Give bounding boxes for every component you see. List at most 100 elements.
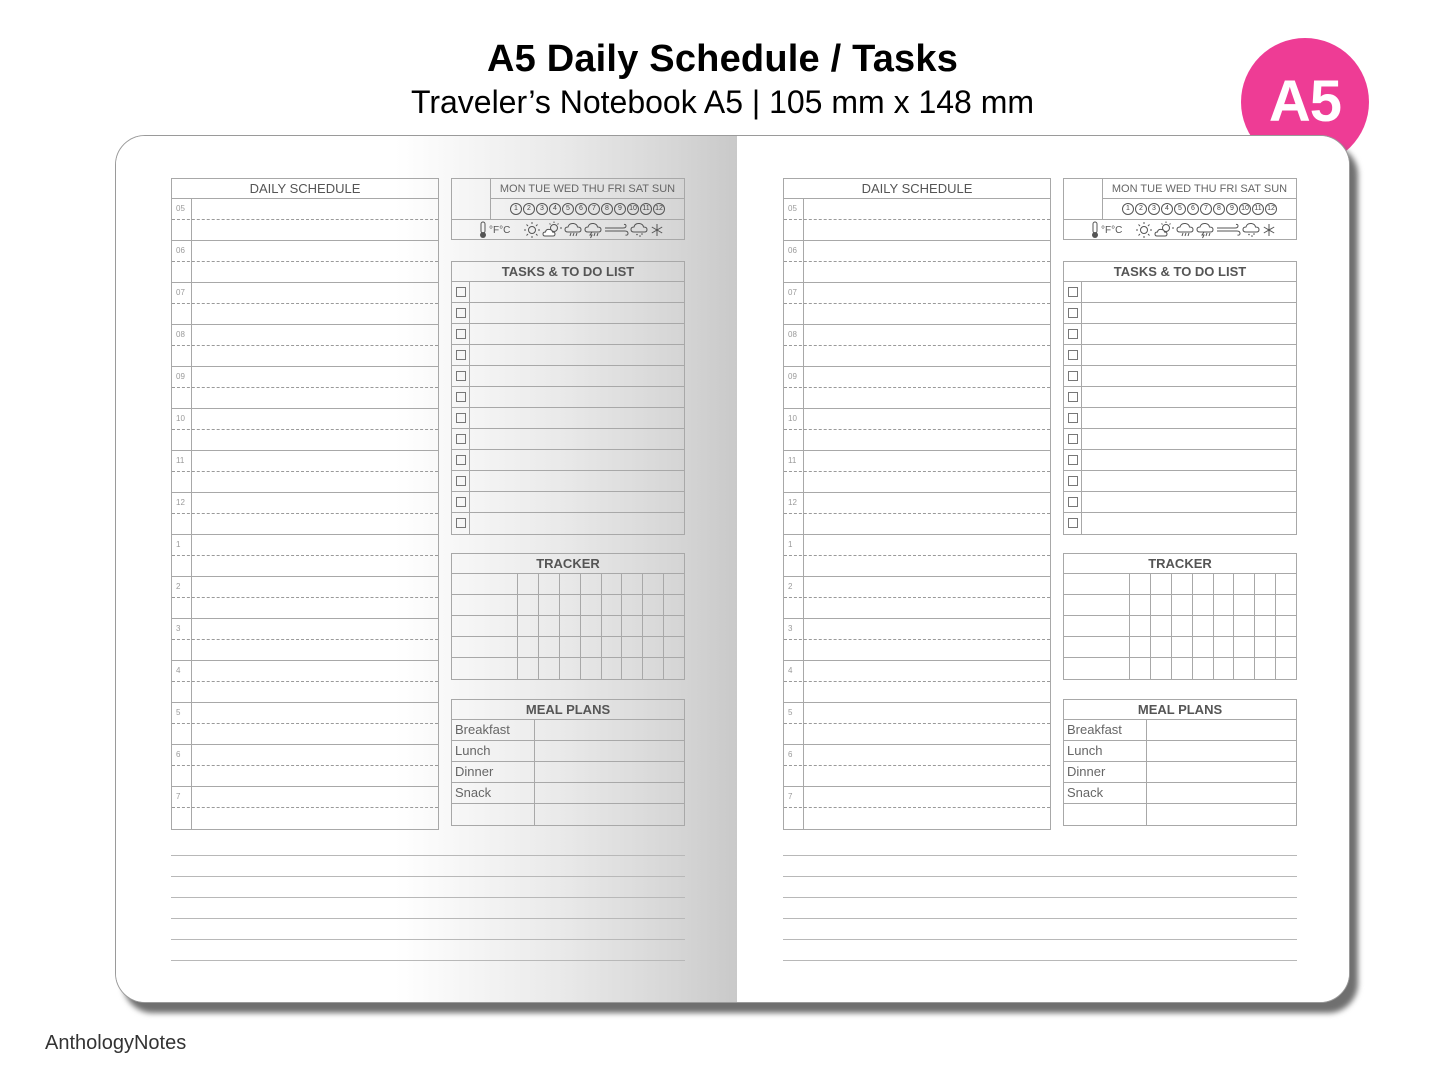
hour-slot[interactable]: 08: [172, 325, 438, 367]
tracker-cell[interactable]: [643, 658, 665, 679]
hour-slot[interactable]: 4: [784, 661, 1050, 703]
task-row[interactable]: [1064, 366, 1296, 387]
tracker-cell[interactable]: [539, 616, 560, 636]
task-row[interactable]: [452, 303, 684, 324]
hour-slot[interactable]: 1: [784, 535, 1050, 577]
tracker-cell[interactable]: [581, 574, 602, 594]
tracker-cell[interactable]: [664, 637, 684, 657]
snowflake-icon[interactable]: [1262, 221, 1276, 239]
tracker-cell[interactable]: [581, 658, 602, 679]
tracker-cell[interactable]: [602, 616, 623, 636]
tracker-habit-field[interactable]: [1064, 658, 1130, 679]
hour-slot[interactable]: 09: [784, 367, 1050, 409]
task-checkbox[interactable]: [1068, 287, 1078, 297]
wind-icon[interactable]: [1216, 221, 1242, 239]
tracker-cell[interactable]: [560, 637, 581, 657]
task-checkbox[interactable]: [1068, 392, 1078, 402]
tracker-cell[interactable]: [1234, 658, 1256, 679]
month-number-circle[interactable]: 7: [588, 203, 600, 215]
tracker-cell[interactable]: [1130, 595, 1151, 615]
task-row[interactable]: [452, 429, 684, 450]
task-row[interactable]: [452, 471, 684, 492]
tracker-habit-field[interactable]: [452, 595, 518, 615]
task-row[interactable]: [1064, 513, 1296, 534]
meal-entry-field[interactable]: [535, 741, 684, 761]
tracker-cell[interactable]: [518, 616, 539, 636]
tracker-cell[interactable]: [1276, 658, 1296, 679]
task-checkbox[interactable]: [456, 287, 466, 297]
tracker-cell[interactable]: [1214, 574, 1235, 594]
tracker-cell[interactable]: [1276, 595, 1296, 615]
tracker-cell[interactable]: [602, 595, 623, 615]
wind-icon[interactable]: [604, 221, 630, 239]
hour-slot[interactable]: 05: [172, 199, 438, 241]
hour-slot[interactable]: 06: [172, 241, 438, 283]
month-number-circle[interactable]: 1: [1122, 203, 1134, 215]
task-checkbox[interactable]: [1068, 371, 1078, 381]
month-number-circle[interactable]: 8: [1213, 203, 1225, 215]
task-row[interactable]: [1064, 324, 1296, 345]
task-row[interactable]: [452, 492, 684, 513]
tracker-cell[interactable]: [1214, 595, 1235, 615]
meal-entry-field[interactable]: [1147, 720, 1296, 740]
tracker-cell[interactable]: [1193, 595, 1214, 615]
tracker-cell[interactable]: [643, 595, 665, 615]
task-row[interactable]: [452, 450, 684, 471]
month-number-circle[interactable]: 11: [1252, 203, 1264, 215]
hour-slot[interactable]: 07: [172, 283, 438, 325]
tracker-cell[interactable]: [518, 637, 539, 657]
ruled-line[interactable]: [171, 939, 685, 940]
hour-slot[interactable]: 10: [784, 409, 1050, 451]
tracker-cell[interactable]: [581, 616, 602, 636]
ruled-line[interactable]: [171, 918, 685, 919]
task-checkbox[interactable]: [456, 308, 466, 318]
snow-cloud-icon[interactable]: [630, 221, 650, 239]
weekday-selector[interactable]: MON TUE WED THU FRI SAT SUN: [491, 179, 684, 199]
ruled-line[interactable]: [783, 939, 1297, 940]
task-checkbox[interactable]: [456, 371, 466, 381]
task-checkbox[interactable]: [1068, 350, 1078, 360]
tracker-cell[interactable]: [1214, 637, 1235, 657]
month-number-circle[interactable]: 12: [653, 203, 665, 215]
task-checkbox[interactable]: [1068, 434, 1078, 444]
month-number-circle[interactable]: 7: [1200, 203, 1212, 215]
tracker-cell[interactable]: [1193, 616, 1214, 636]
meal-entry-field[interactable]: [1147, 804, 1296, 825]
task-row[interactable]: [1064, 492, 1296, 513]
tracker-cell[interactable]: [643, 637, 665, 657]
task-checkbox[interactable]: [456, 434, 466, 444]
tracker-cell[interactable]: [1276, 637, 1296, 657]
tracker-cell[interactable]: [1151, 658, 1172, 679]
snow-cloud-icon[interactable]: [1242, 221, 1262, 239]
task-checkbox[interactable]: [456, 329, 466, 339]
task-checkbox[interactable]: [456, 455, 466, 465]
task-row[interactable]: [1064, 471, 1296, 492]
tracker-cell[interactable]: [539, 595, 560, 615]
hour-slot[interactable]: 10: [172, 409, 438, 451]
task-checkbox[interactable]: [1068, 476, 1078, 486]
tracker-cell[interactable]: [1151, 637, 1172, 657]
task-row[interactable]: [452, 282, 684, 303]
task-checkbox[interactable]: [456, 476, 466, 486]
month-number-circle[interactable]: 9: [614, 203, 626, 215]
tracker-habit-field[interactable]: [452, 574, 518, 594]
meal-entry-field[interactable]: [535, 762, 684, 782]
sun-icon[interactable]: [522, 221, 542, 239]
task-row[interactable]: [452, 408, 684, 429]
date-field[interactable]: [452, 179, 491, 219]
storm-icon[interactable]: [584, 221, 604, 239]
tracker-cell[interactable]: [1255, 658, 1277, 679]
tracker-cell[interactable]: [643, 574, 665, 594]
hour-slot[interactable]: 7: [784, 787, 1050, 829]
hour-slot[interactable]: 11: [172, 451, 438, 493]
tracker-cell[interactable]: [560, 616, 581, 636]
month-number-circle[interactable]: 6: [575, 203, 587, 215]
ruled-line[interactable]: [783, 918, 1297, 919]
tracker-cell[interactable]: [1234, 574, 1256, 594]
hour-slot[interactable]: 2: [172, 577, 438, 619]
month-number-circle[interactable]: 3: [536, 203, 548, 215]
task-row[interactable]: [1064, 408, 1296, 429]
hour-slot[interactable]: 1: [172, 535, 438, 577]
task-row[interactable]: [452, 387, 684, 408]
rain-icon[interactable]: [1176, 221, 1196, 239]
